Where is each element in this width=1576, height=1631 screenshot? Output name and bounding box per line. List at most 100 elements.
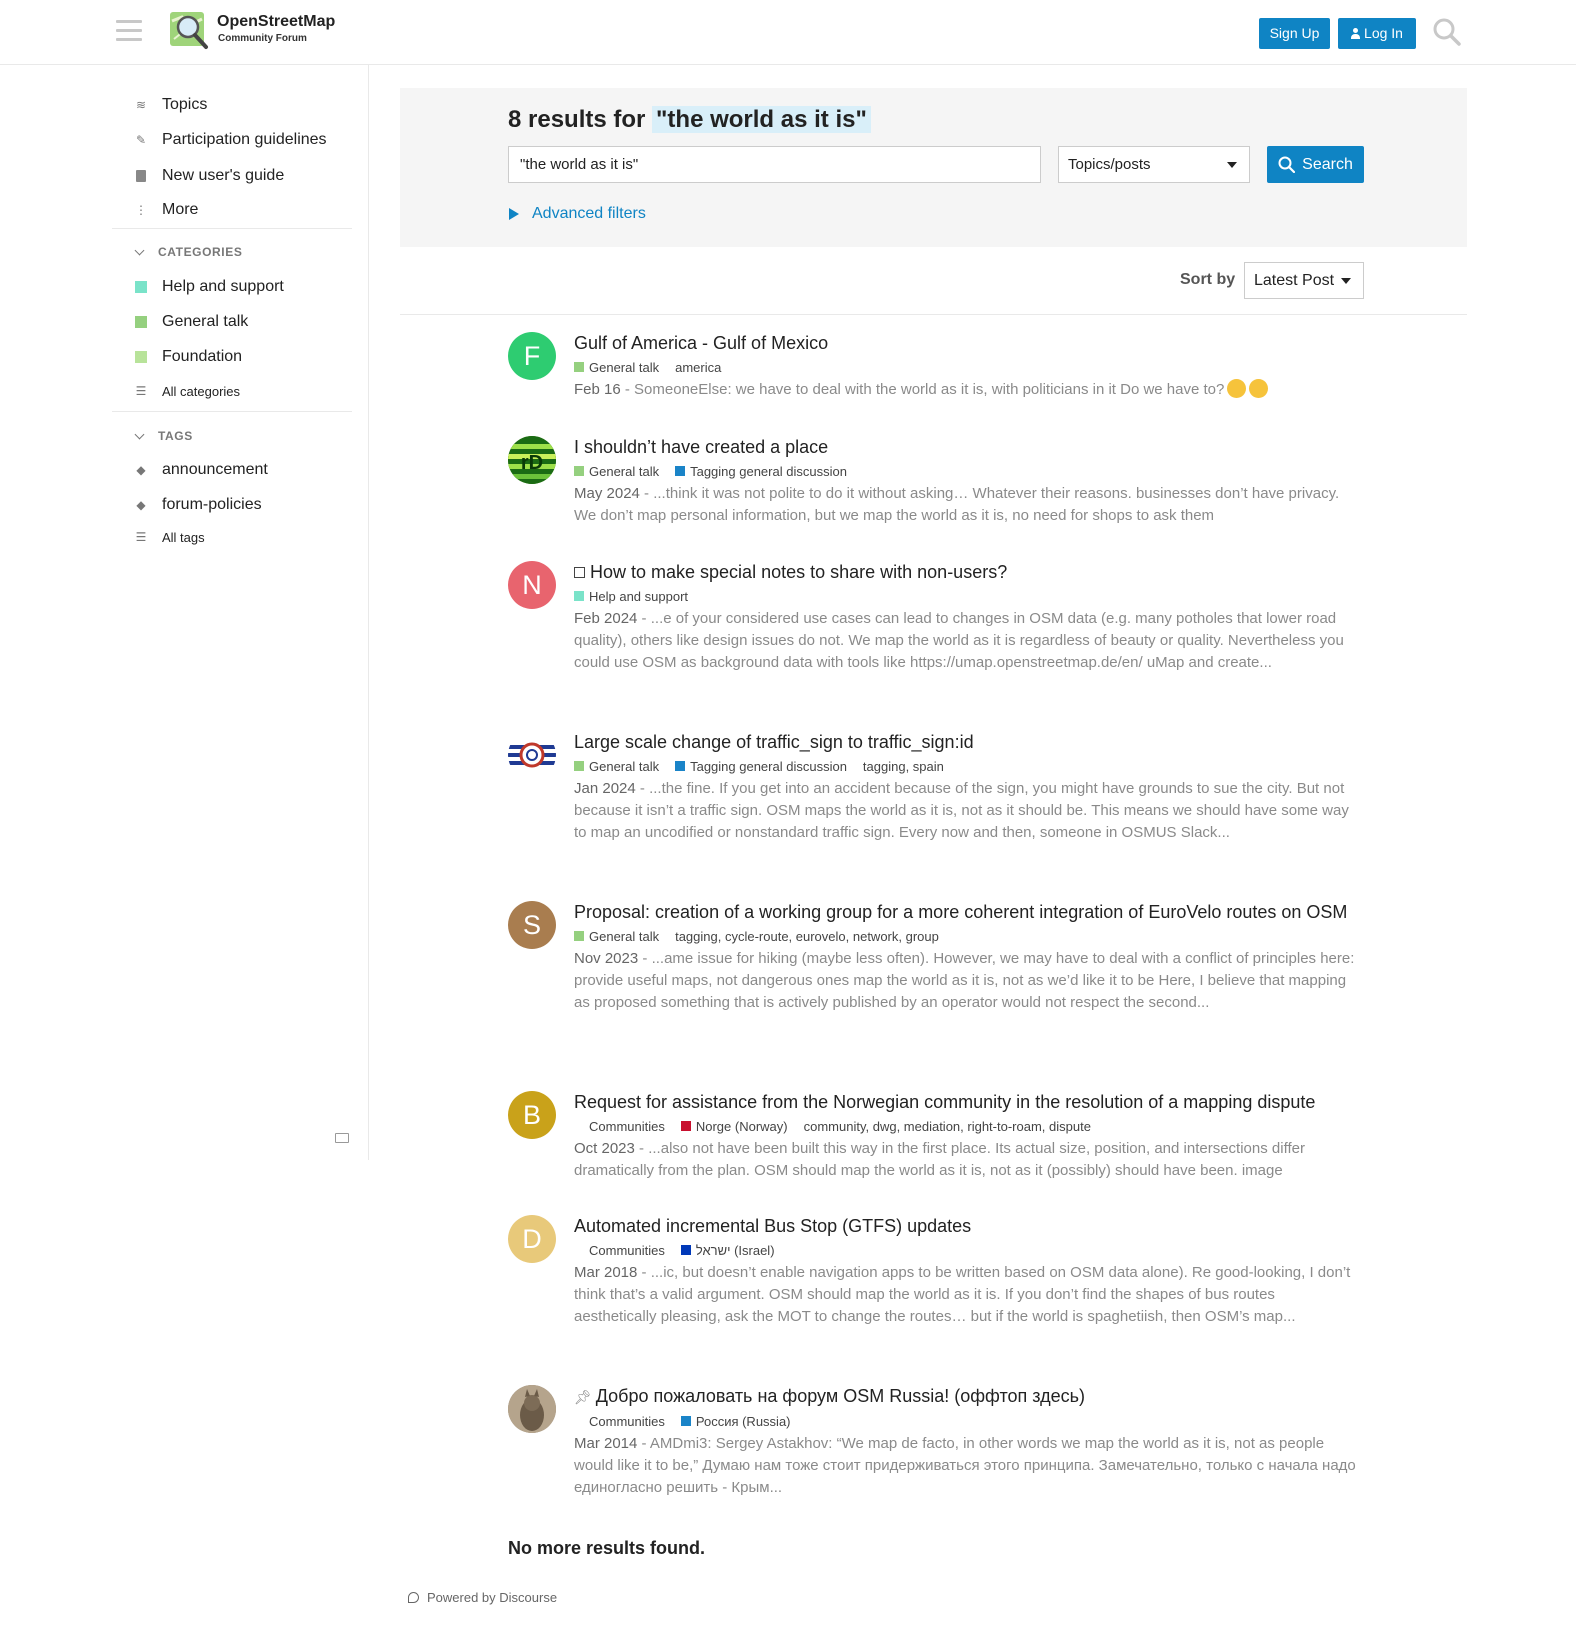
search-type-select[interactable]: Topics/posts [1058,146,1250,183]
category-label: General talk [589,359,660,375]
osm-logo-icon[interactable] [168,9,210,51]
cat-avatar-icon [508,1385,556,1433]
sidebar-item-more[interactable]: ⋮ More [134,198,198,222]
result-category[interactable]: General talk [574,360,659,375]
result-blurb[interactable]: ...also not have been built this way in … [574,1140,1305,1179]
tag-label: forum-policies [162,496,262,513]
result-category[interactable]: General talk [574,929,659,944]
avatar[interactable]: D [508,1215,556,1263]
category-label: General talk [589,463,660,479]
avatar[interactable] [508,731,556,779]
keyboard-shortcuts-icon[interactable] [335,1133,349,1143]
avatar[interactable]: N [508,561,556,609]
checkbox-icon [574,567,585,578]
category-label: Norge (Norway) [695,1118,788,1134]
result-title[interactable]: Request for assistance from the Norwegia… [574,1091,1359,1113]
category-label: General talk [162,313,249,330]
crying-face-emoji-icon [1249,379,1269,398]
sidebar-item-new-users-guide[interactable]: New user's guide [134,164,284,188]
sidebar-all-categories[interactable]: ☰ All categories [134,379,240,403]
result-title[interactable]: How to make special notes to share with … [574,561,1359,583]
result-title-text: How to make special notes to share with … [590,562,1008,582]
result-category[interactable]: General talk [574,464,659,479]
result-blurb[interactable]: SomeoneElse: we have to deal with the wo… [634,381,1224,398]
category-color-square [134,350,148,364]
result-category[interactable]: General talk [574,759,659,774]
result-title[interactable]: Proposal: creation of a working group fo… [574,901,1359,923]
category-color-square [134,315,148,329]
category-label: Communities [589,1242,665,1258]
search-input[interactable] [508,146,1041,183]
result-title[interactable]: Large scale change of traffic_sign to tr… [574,731,1359,753]
result-category[interactable]: ישראל (Israel) [680,1243,775,1258]
category-color-square [680,1121,691,1131]
categories-section-header[interactable]: CATEGORIES [134,245,242,259]
sort-select[interactable]: Latest Post [1244,262,1364,299]
result-date: Mar 2018 [574,1264,638,1281]
category-label: Tagging general discussion [690,758,847,774]
category-label: Foundation [162,348,243,365]
avatar[interactable]: S [508,901,556,949]
site-title[interactable]: OpenStreetMap [217,13,335,31]
discourse-icon [408,1592,419,1603]
avatar[interactable]: B [508,1091,556,1139]
result-tags[interactable]: tagging, cycle-route, eurovelo, network,… [675,929,939,944]
result-title[interactable]: Gulf of America - Gulf of Mexico [574,332,1359,354]
flag-avatar-icon [508,742,556,768]
result-category[interactable]: Communities [589,1243,665,1258]
result-blurb[interactable]: AMDmi3: Sergey Astakhov: “We map de fact… [574,1435,1356,1496]
result-category[interactable]: Россия (Russia) [680,1414,791,1429]
user-icon [1351,28,1361,39]
result-category[interactable]: Norge (Norway) [680,1118,788,1134]
thinking-face-emoji-icon [1227,379,1247,398]
result-blurb[interactable]: ...e of your considered use cases can le… [574,610,1344,671]
result-tags[interactable]: community, dwg, mediation, right-to-roam… [804,1119,1091,1134]
sidebar-tag-forum-policies[interactable]: ◆ forum-policies [134,493,262,517]
sidebar-all-tags[interactable]: ☰ All tags [134,525,205,549]
search-icon[interactable] [1432,17,1462,47]
result-category[interactable]: Communities [589,1119,665,1134]
search-button[interactable]: Search [1267,146,1364,183]
result-category[interactable]: Communities [589,1414,665,1429]
result-blurb[interactable]: ...ame issue for hiking (maybe less ofte… [574,950,1354,1011]
result-blurb[interactable]: ...ic, but doesn’t enable navigation app… [574,1264,1350,1325]
sidebar-divider [112,411,352,412]
result-category[interactable]: Help and support [574,589,688,604]
result-category[interactable]: Tagging general discussion [675,464,847,479]
result-tags[interactable]: america [675,360,721,375]
sort-by-label: Sort by [1180,271,1236,288]
result-date: Nov 2023 [574,950,639,967]
result-blurb[interactable]: ...think it was not polite to do it with… [574,485,1339,524]
sidebar-item-topics[interactable]: ≋ Topics [134,93,207,117]
category-color-square [574,466,584,476]
powered-by-discourse-link[interactable]: Powered by Discourse [408,1590,557,1605]
result-title[interactable]: Automated incremental Bus Stop (GTFS) up… [574,1215,1359,1237]
sidebar-tag-announcement[interactable]: ◆ announcement [134,458,267,482]
avatar[interactable] [508,1385,556,1433]
avatar[interactable]: F [508,332,556,380]
sidebar-item-label: More [162,201,199,218]
log-in-button[interactable]: Log In [1338,18,1416,49]
sidebar-item-guidelines[interactable]: ✎ Participation guidelines [134,128,327,152]
result-tags[interactable]: tagging, spain [863,759,944,774]
sidebar-divider [112,228,352,229]
sidebar-category-help-and-support[interactable]: Help and support [134,275,284,299]
sidebar-category-general-talk[interactable]: General talk [134,310,248,334]
tags-section-header[interactable]: TAGS [134,429,193,443]
sign-up-button[interactable]: Sign Up [1259,18,1330,49]
avatar[interactable]: rD [508,436,556,484]
result-title[interactable]: 📌︎ Добро пожаловать на форум OSM Russia! … [574,1385,1359,1408]
sidebar: ≋ Topics ✎ Participation guidelines New us… [0,65,369,1160]
result-blurb[interactable]: ...the fine. If you get into an accident… [574,780,1349,841]
category-label: Help and support [162,278,284,295]
sidebar-category-foundation[interactable]: Foundation [134,345,242,369]
result-date: Mar 2014 [574,1435,638,1452]
avatar-image-icon: rD [508,436,556,484]
hamburger-menu-icon[interactable] [116,20,142,42]
category-label: Tagging general discussion [690,463,847,479]
result-category[interactable]: Tagging general discussion [675,759,847,774]
advanced-filters-toggle[interactable]: Advanced filters [509,205,646,223]
chevron-down-icon [134,431,144,441]
book-icon [134,169,148,183]
result-title[interactable]: I shouldn’t have created a place [574,436,1359,458]
